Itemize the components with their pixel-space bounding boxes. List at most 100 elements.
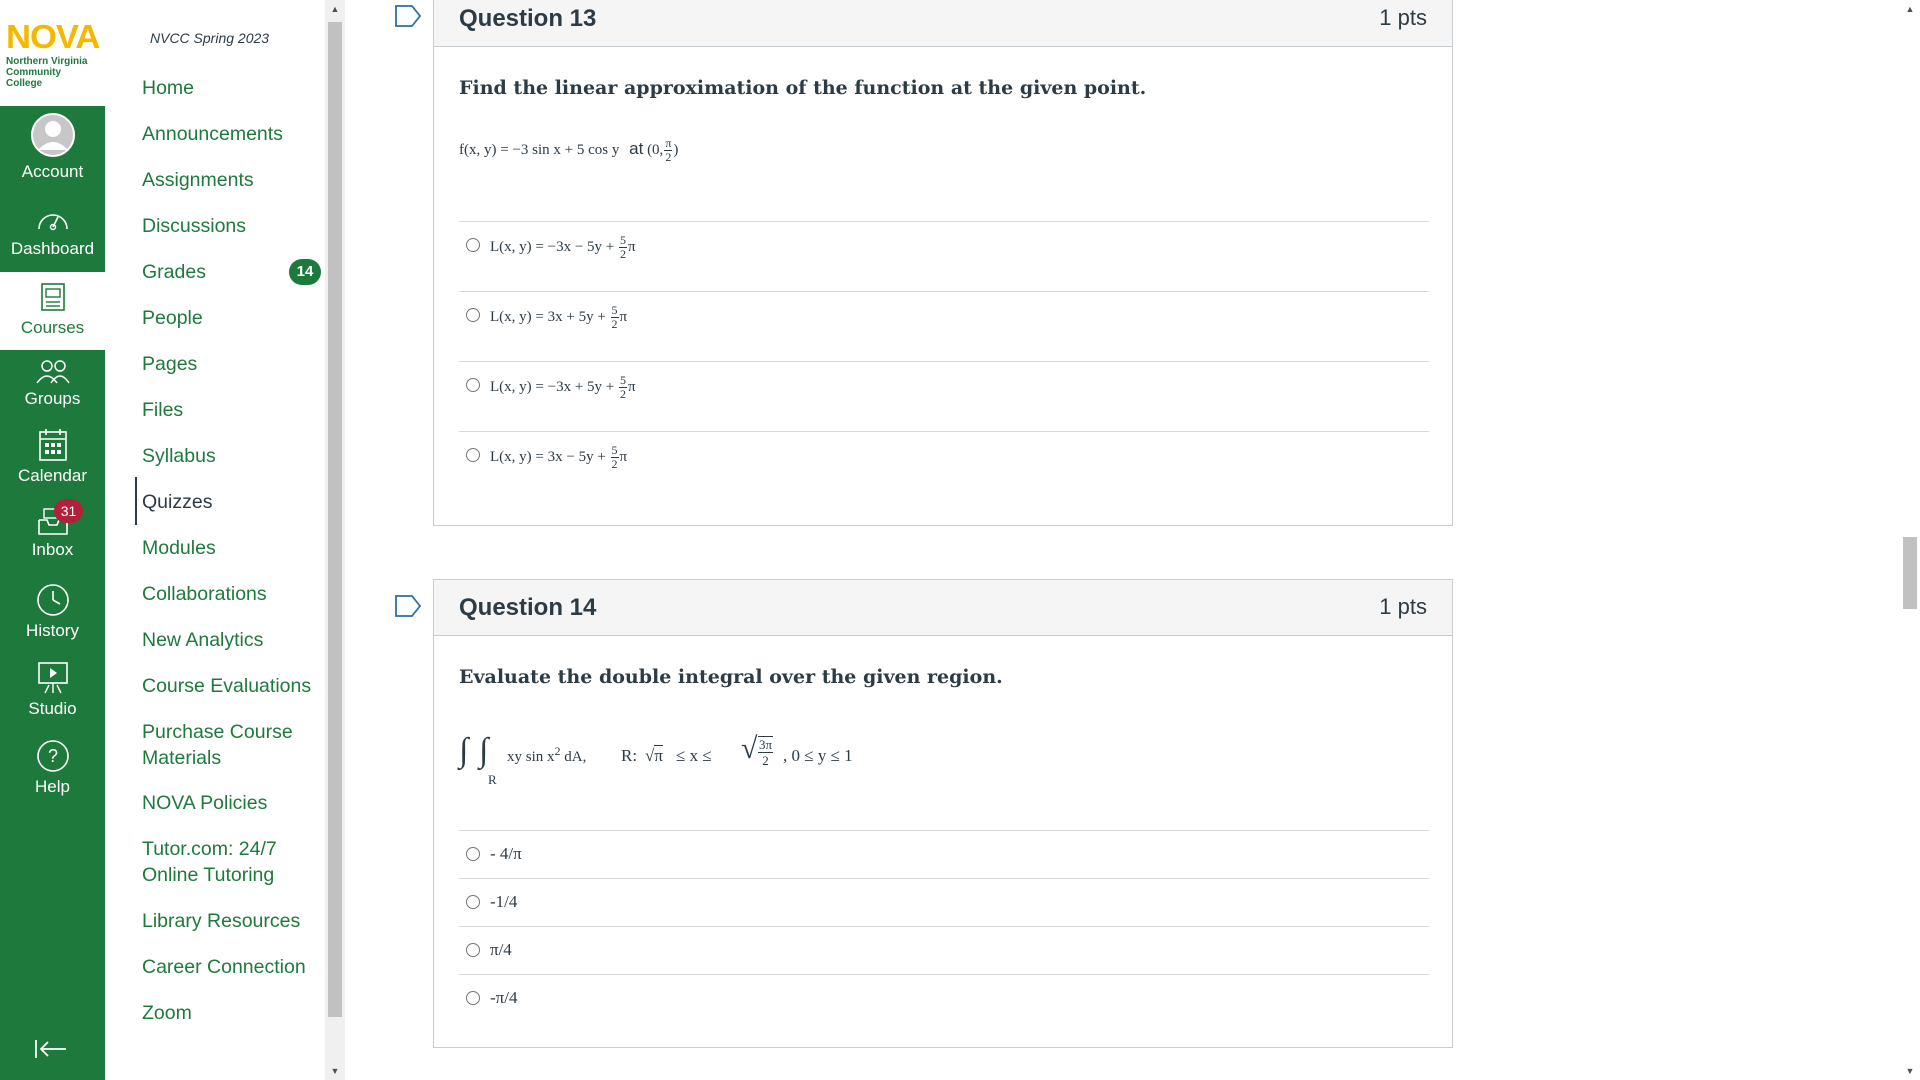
course-nav-tutor-line-1: Tutor.com: 24/7 bbox=[142, 838, 277, 860]
answer-fraction: 52 bbox=[619, 234, 627, 261]
sqrt-pi: π bbox=[654, 745, 663, 765]
region-x-inequality: ≤ x ≤ bbox=[676, 746, 712, 765]
question-13-points: 1 pts bbox=[1379, 5, 1427, 30]
integrand: xy sin x2 dA, bbox=[507, 744, 586, 766]
nova-logo[interactable]: NOVA Northern Virginia Community College bbox=[0, 0, 105, 106]
radio-button[interactable] bbox=[466, 448, 480, 462]
sqrt-sign: √ bbox=[741, 732, 758, 765]
course-nav-zoom[interactable]: Zoom bbox=[142, 1000, 322, 1026]
question-13-point-suffix: ) bbox=[673, 141, 679, 158]
account-icon bbox=[30, 113, 75, 157]
question-13-title: Question 13 bbox=[459, 5, 597, 32]
flag-question-13-icon[interactable] bbox=[394, 4, 422, 28]
nav-courses[interactable]: Courses bbox=[0, 272, 105, 350]
course-nav-files[interactable]: Files bbox=[142, 397, 322, 423]
numerator: 5 bbox=[610, 303, 619, 318]
page-scroll-up-arrow[interactable]: ▲ bbox=[1900, 0, 1920, 18]
flag-question-14-icon[interactable] bbox=[394, 594, 422, 618]
nav-calendar[interactable]: Calendar bbox=[0, 428, 105, 502]
nav-inbox[interactable]: Inbox bbox=[0, 506, 105, 580]
answer-label: L(x, y) = 3x − 5y + 52π bbox=[490, 444, 627, 471]
course-nav-new-analytics[interactable]: New Analytics bbox=[142, 627, 322, 653]
question-14-title: Question 14 bbox=[459, 594, 597, 621]
nav-help[interactable]: ? Help bbox=[0, 739, 105, 813]
studio-icon bbox=[37, 662, 68, 694]
radio-button[interactable] bbox=[466, 378, 480, 392]
nav-studio-label: Studio bbox=[28, 699, 77, 718]
course-nav-library-resources[interactable]: Library Resources bbox=[142, 908, 322, 934]
page-scroll-thumb[interactable] bbox=[1903, 537, 1917, 609]
answer-label: π/4 bbox=[490, 940, 512, 959]
answer-fraction: 52 bbox=[610, 443, 619, 471]
course-nav-modules[interactable]: Modules bbox=[142, 535, 322, 561]
nav-dashboard[interactable]: Dashboard bbox=[0, 205, 105, 279]
integrand-dA: dA, bbox=[564, 749, 587, 765]
course-nav-nova-policies[interactable]: NOVA Policies bbox=[142, 790, 322, 816]
course-nav-discussions[interactable]: Discussions bbox=[142, 213, 322, 239]
course-nav-collaborations[interactable]: Collaborations bbox=[142, 581, 322, 607]
scroll-up-arrow[interactable]: ▲ bbox=[325, 0, 345, 18]
nav-account[interactable]: Account bbox=[0, 112, 105, 186]
numerator: 5 bbox=[610, 443, 619, 458]
answer-option[interactable]: -π/4 bbox=[459, 974, 1429, 1022]
scroll-down-arrow[interactable]: ▼ bbox=[325, 1062, 345, 1080]
active-item-indicator bbox=[135, 477, 137, 525]
question-13-answers: L(x, y) = −3x − 5y + 52π L(x, y) = 3x + … bbox=[459, 221, 1429, 501]
course-nav-people[interactable]: People bbox=[142, 305, 322, 331]
course-nav-scroll-thumb[interactable] bbox=[328, 22, 342, 1017]
answer-option[interactable]: π/4 bbox=[459, 926, 1429, 974]
answer-option[interactable]: -1/4 bbox=[459, 878, 1429, 926]
course-nav-course-evaluations[interactable]: Course Evaluations bbox=[142, 673, 322, 699]
nav-groups-label: Groups bbox=[24, 389, 81, 408]
course-nav-quizzes[interactable]: Quizzes bbox=[142, 489, 322, 515]
radio-button[interactable] bbox=[466, 238, 480, 252]
question-13-function: f(x, y) = −3 sin x + 5 cos y at (0, π 2) bbox=[459, 137, 678, 164]
term-label: NVCC Spring 2023 bbox=[150, 30, 270, 46]
question-14-prompt: Evaluate the double integral over the gi… bbox=[459, 666, 1003, 688]
nav-groups[interactable]: Groups bbox=[0, 357, 105, 431]
question-13-point-prefix: (0, bbox=[647, 141, 664, 158]
question-13-point-fraction: π2 bbox=[664, 137, 673, 164]
radio-button[interactable] bbox=[466, 895, 480, 909]
radio-button[interactable] bbox=[466, 991, 480, 1005]
course-navigation: NVCC Spring 2023 Home Announcements Assi… bbox=[105, 0, 325, 1080]
nav-history[interactable]: History bbox=[0, 583, 105, 657]
course-nav-purchase-course-materials[interactable]: Purchase Course Materials bbox=[142, 719, 322, 771]
answer-option[interactable]: L(x, y) = −3x + 5y + 52π bbox=[459, 361, 1429, 431]
collapse-nav-button[interactable] bbox=[34, 1038, 68, 1065]
course-nav-assignments[interactable]: Assignments bbox=[142, 167, 322, 193]
point-denominator: 2 bbox=[665, 150, 672, 164]
dashboard-icon bbox=[37, 214, 68, 231]
course-nav-pages[interactable]: Pages bbox=[142, 351, 322, 377]
course-nav-home[interactable]: Home bbox=[142, 75, 322, 101]
course-nav-career-connection[interactable]: Career Connection bbox=[142, 954, 322, 980]
course-nav-scrollbar[interactable]: ▲ ▼ bbox=[325, 0, 345, 1080]
page-scroll-down-arrow[interactable]: ▼ bbox=[1900, 1062, 1920, 1080]
course-nav-syllabus[interactable]: Syllabus bbox=[142, 443, 322, 469]
question-13-prompt: Find the linear approximation of the fun… bbox=[459, 77, 1147, 99]
answer-suffix: π bbox=[628, 238, 636, 255]
region-prefix: R: bbox=[621, 746, 638, 765]
nav-courses-label: Courses bbox=[20, 318, 85, 337]
radio-button[interactable] bbox=[466, 943, 480, 957]
answer-label: -π/4 bbox=[490, 988, 518, 1007]
answer-option[interactable]: L(x, y) = 3x + 5y + 52π bbox=[459, 291, 1429, 361]
integral-region-subscript: R bbox=[488, 772, 497, 787]
grades-count-badge: 14 bbox=[289, 259, 321, 285]
answer-text: L(x, y) = −3x + 5y + bbox=[490, 378, 615, 395]
radio-button[interactable] bbox=[466, 847, 480, 861]
answer-option[interactable]: L(x, y) = 3x − 5y + 52π bbox=[459, 431, 1429, 501]
sqrt-numerator: 3π bbox=[758, 737, 774, 753]
radio-button[interactable] bbox=[466, 308, 480, 322]
answer-option[interactable]: L(x, y) = −3x − 5y + 52π bbox=[459, 221, 1429, 291]
course-nav-tutor[interactable]: Tutor.com: 24/7 Online Tutoring bbox=[142, 836, 322, 888]
nav-account-label: Account bbox=[21, 162, 84, 181]
answer-option[interactable]: - 4/π bbox=[459, 830, 1429, 878]
nav-inbox-label: Inbox bbox=[31, 540, 74, 559]
answer-label: -1/4 bbox=[490, 892, 518, 911]
nav-studio[interactable]: Studio bbox=[0, 661, 105, 735]
collapse-arrow-icon bbox=[35, 1040, 66, 1058]
course-nav-announcements[interactable]: Announcements bbox=[142, 121, 322, 147]
denominator: 2 bbox=[611, 317, 618, 331]
page-scrollbar[interactable]: ▲ ▼ bbox=[1900, 0, 1920, 1080]
